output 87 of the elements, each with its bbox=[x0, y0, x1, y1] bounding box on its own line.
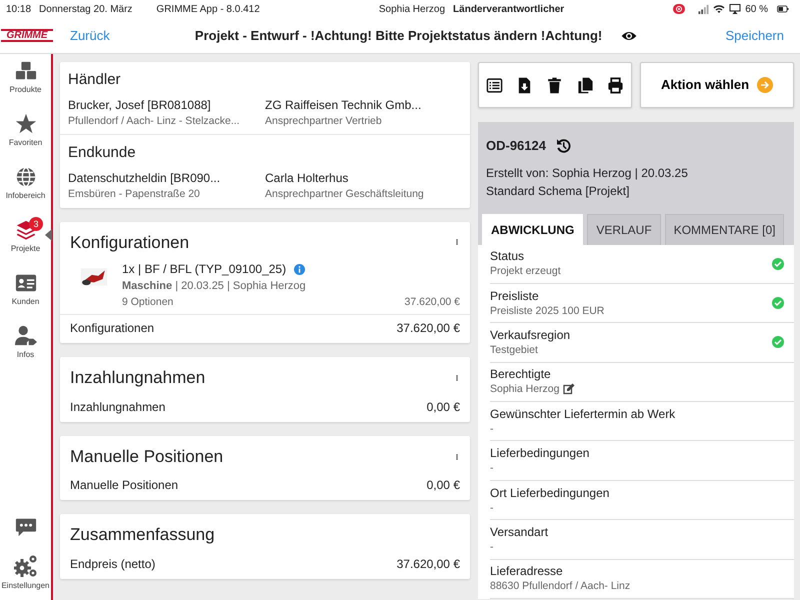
total-label: Inzahlungnahmen bbox=[70, 398, 166, 416]
wifi-icon bbox=[713, 3, 726, 15]
sidebar-item[interactable]: Favoriten bbox=[0, 113, 51, 166]
contact-detail: Emsbüren - Papenstraße 20 bbox=[68, 186, 201, 202]
sidebar-item[interactable]: Infos bbox=[0, 325, 51, 378]
field-label: Ort Lieferbedingungen bbox=[490, 486, 610, 501]
arrow-right-circle-icon bbox=[757, 77, 774, 93]
total-label: Endpreis (netto) bbox=[70, 556, 156, 573]
section-title: Zusammenfassung bbox=[70, 524, 215, 546]
sidebar-item[interactable]: Projekte 3 bbox=[0, 219, 51, 272]
tab[interactable]: ABWICKLUNG bbox=[482, 214, 584, 244]
sidebar-item[interactable]: Einstellungen bbox=[0, 554, 51, 592]
page-title: Projekt - Entwurf - !Achtung! Bitte Projektstatus ändern !Achtung! bbox=[194, 26, 602, 45]
section-title: Konfigurationen bbox=[70, 232, 190, 254]
field-value: Testgebiet bbox=[490, 342, 538, 357]
field-label: Gewünschter Liefertermin ab Werk bbox=[490, 406, 676, 422]
sidebar-item[interactable]: Infobereich bbox=[0, 166, 51, 219]
user-name: Sophia Herzog bbox=[378, 2, 446, 16]
status-time: 10:18 bbox=[6, 2, 32, 16]
option-count: 9 Optionen bbox=[122, 294, 174, 310]
user-role: Länderverantwortlicher bbox=[453, 2, 564, 16]
copy-icon[interactable] bbox=[576, 76, 594, 94]
field-value: Projekt erzeugt bbox=[490, 264, 561, 278]
battery-percentage: 60 % bbox=[745, 2, 768, 16]
contact-name: Datenschutzheldin [BR090... bbox=[68, 170, 222, 187]
field-label: Versandart bbox=[490, 524, 550, 540]
field-value: 88630 Pfullendorf / Aach- Linz bbox=[490, 579, 630, 594]
contact-detail: Ansprechpartner Geschäftsleitung bbox=[265, 186, 425, 202]
field-label: Lieferadresse bbox=[490, 564, 564, 580]
field-label: Status bbox=[490, 249, 526, 264]
gears-icon bbox=[14, 554, 38, 578]
project-id: OD-96124 bbox=[486, 137, 546, 155]
field-value: Preisliste 2025 100 EUR bbox=[490, 304, 604, 318]
trash-icon[interactable] bbox=[546, 76, 564, 94]
sidebar-item[interactable]: Produkte bbox=[0, 60, 51, 113]
back-link[interactable]: Zurück bbox=[70, 26, 110, 46]
section-title: Inzahlungnahmen bbox=[70, 367, 206, 390]
project-schema: Standard Schema [Projekt] bbox=[485, 182, 630, 200]
status-date: Donnerstag 20. März bbox=[39, 2, 132, 16]
tab[interactable]: KOMMENTARE [0] bbox=[664, 214, 784, 244]
configuration-price: 37.620,00 € bbox=[404, 294, 460, 310]
field-value: - bbox=[490, 500, 494, 515]
tab[interactable]: VERLAUF bbox=[587, 214, 661, 244]
logo: GRIMME bbox=[1, 29, 53, 42]
total-amount: 0,00 € bbox=[426, 398, 460, 416]
contact-name: Carla Holterhus bbox=[265, 170, 350, 187]
field-label: Verkaufsregion bbox=[490, 328, 572, 343]
notification-badge: 3 bbox=[29, 217, 43, 231]
section-title: Manuelle Positionen bbox=[70, 446, 224, 468]
sidebar-item[interactable]: Kunden bbox=[0, 272, 51, 325]
user-tag-icon bbox=[14, 325, 36, 347]
action-button[interactable]: Aktion wählen bbox=[640, 62, 794, 108]
configuration-name: 1x | BF / BFL (TYP_09100_25) bbox=[122, 261, 286, 278]
save-link[interactable]: Speichern bbox=[725, 26, 784, 46]
globe-icon bbox=[14, 166, 36, 188]
field-value: - bbox=[490, 540, 494, 554]
info-icon[interactable] bbox=[294, 264, 306, 274]
screen-mirroring-icon bbox=[729, 3, 742, 15]
contact-detail: Ansprechpartner Vertrieb bbox=[265, 114, 383, 128]
field-label: Lieferbedingungen bbox=[490, 446, 590, 462]
section-title: Händler bbox=[68, 70, 122, 90]
field-label: Preisliste bbox=[490, 288, 540, 304]
print-icon[interactable] bbox=[607, 76, 624, 94]
field-value: - bbox=[490, 461, 494, 476]
edit-icon[interactable] bbox=[563, 383, 576, 396]
field-value: - bbox=[490, 422, 494, 436]
project-creator: Erstellt von: Sophia Herzog | 20.03.25 bbox=[485, 164, 689, 182]
total-amount: 37.620,00 € bbox=[396, 556, 460, 573]
contact-detail: Pfullendorf / Aach- Linz - Stelzacke... bbox=[68, 114, 241, 128]
total-label: Konfigurationen bbox=[70, 320, 154, 338]
field-label: Berechtigte bbox=[490, 367, 552, 382]
section-title: Endkunde bbox=[68, 143, 137, 164]
total-label: Manuelle Positionen bbox=[70, 477, 178, 494]
app-version: GRIMME App - 8.0.412 bbox=[156, 2, 260, 16]
contact-name: Brucker, Josef [BR081088] bbox=[68, 96, 212, 114]
signal-icon bbox=[698, 4, 710, 14]
field-value: Sophia Herzog bbox=[490, 382, 560, 396]
chat-icon bbox=[14, 516, 36, 538]
cubes-icon bbox=[14, 60, 36, 82]
selection-pointer bbox=[45, 229, 52, 241]
total-amount: 0,00 € bbox=[426, 477, 460, 494]
total-amount: 37.620,00 € bbox=[396, 320, 460, 338]
list-icon[interactable] bbox=[486, 76, 503, 94]
configuration-meta: Maschine | 20.03.25 | Sophia Herzog bbox=[122, 279, 307, 294]
star-icon bbox=[14, 113, 36, 135]
id-card-icon bbox=[14, 272, 36, 294]
contact-name: ZG Raiffeisen Technik Gmb... bbox=[265, 96, 422, 114]
